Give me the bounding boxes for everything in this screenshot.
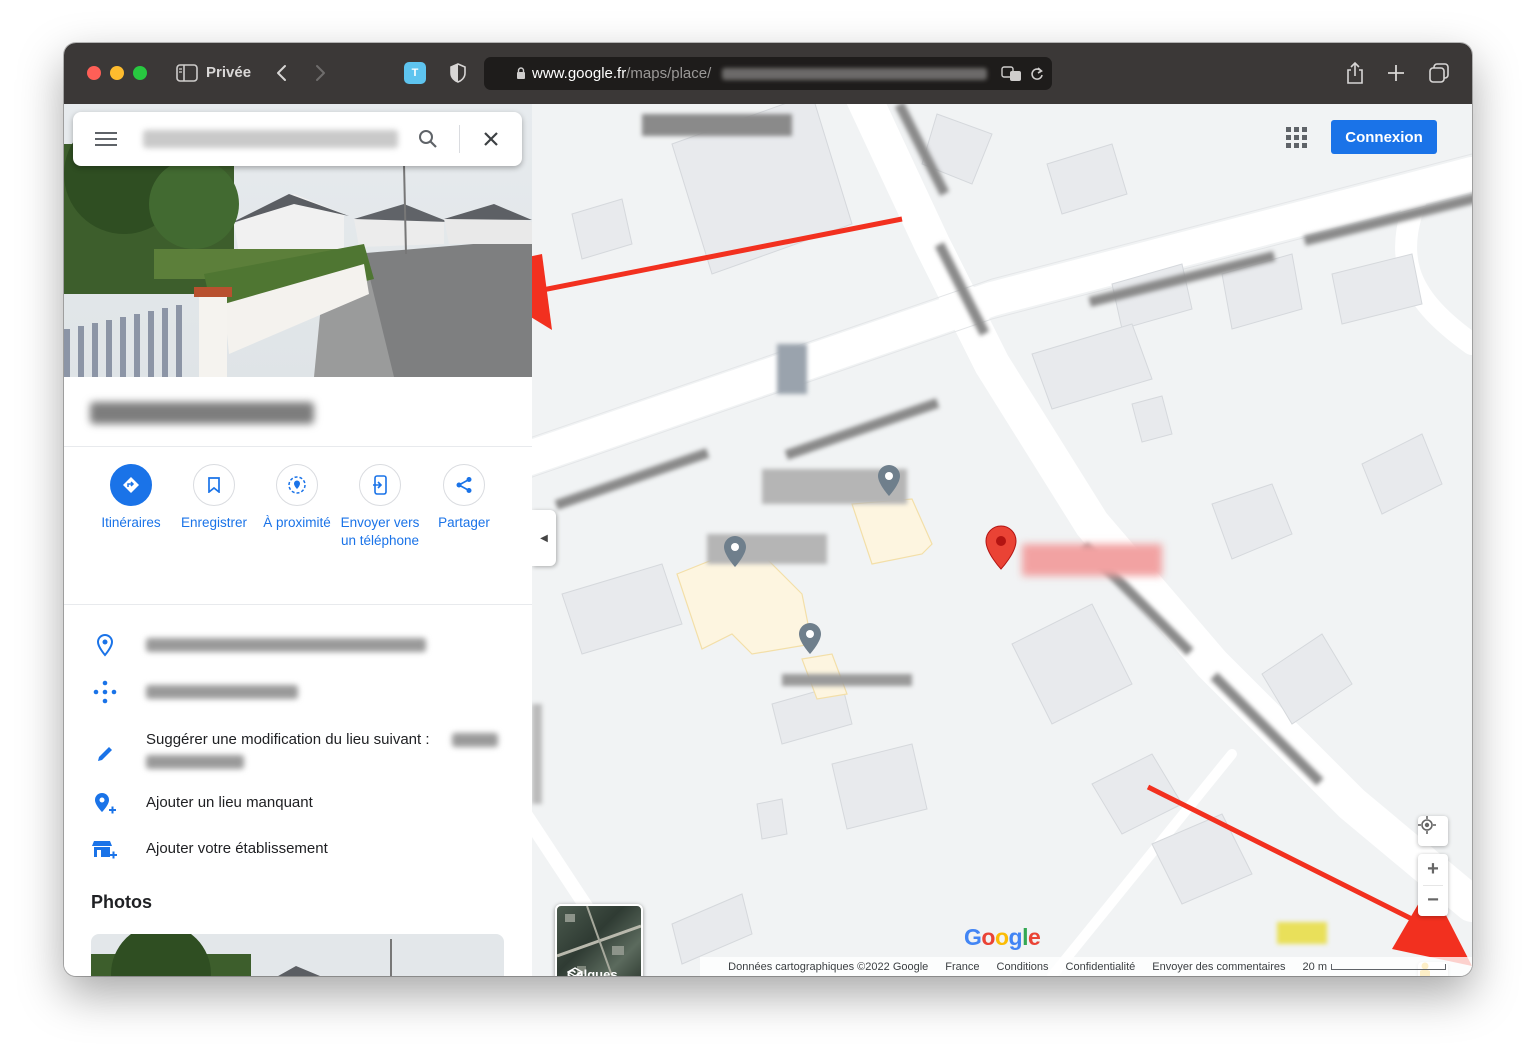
close-window-button[interactable] [87, 66, 101, 80]
search-box[interactable] [73, 112, 522, 166]
directions-button[interactable]: Itinéraires [86, 464, 176, 532]
sidebar-toggle-icon[interactable] [175, 61, 199, 85]
privacy-link[interactable]: Confidentialité [1066, 961, 1136, 973]
divider [64, 446, 532, 447]
search-query-redacted[interactable] [143, 130, 398, 148]
map-graphics [532, 104, 1472, 976]
map-data-credit: Données cartographiques ©2022 Google [728, 960, 929, 973]
share-button[interactable]: Partager [419, 464, 509, 532]
scale-bar [1331, 963, 1446, 970]
translate-extension-icon[interactable]: T [404, 62, 426, 84]
layers-label: Calques [567, 967, 618, 976]
add-missing-place-label: Ajouter un lieu manquant [146, 794, 313, 811]
save-button[interactable]: Enregistrer [169, 464, 259, 532]
add-business-icon [92, 841, 117, 859]
zoom-in-button[interactable]: + [1427, 855, 1439, 885]
photo-thumbnail-image [91, 934, 504, 976]
browser-window: Privée T www.google.fr/maps/place/ ◀ Con… [64, 43, 1472, 976]
zoom-out-button[interactable]: − [1427, 886, 1439, 916]
place-title-redacted [90, 402, 314, 424]
plus-code-icon [93, 680, 117, 704]
address-bar[interactable]: www.google.fr/maps/place/ [484, 57, 1052, 90]
satellite-thumbnail [557, 906, 641, 976]
tab-overview-icon[interactable] [1427, 61, 1451, 85]
reload-icon[interactable] [1030, 66, 1044, 82]
share-icon [456, 477, 472, 493]
suggest-edit-redacted [452, 733, 498, 747]
send-to-phone-button[interactable]: Envoyer vers un téléphone [335, 464, 425, 550]
close-icon[interactable] [483, 131, 499, 147]
photo-thumbnail[interactable] [91, 934, 504, 976]
map-scale[interactable]: 20 m [1303, 961, 1446, 973]
nearby-icon [288, 476, 306, 494]
private-mode-label: Privée [206, 64, 252, 81]
nearby-button[interactable]: À proximité [252, 464, 342, 532]
map-footer: Données cartographiques ©2022 Google Fra… [700, 957, 1472, 976]
layers-icon [567, 967, 583, 976]
zoom-window-button[interactable] [133, 66, 147, 80]
back-icon[interactable] [270, 61, 292, 85]
address-redacted [146, 638, 426, 652]
minimize-window-button[interactable] [110, 66, 124, 80]
url-text: www.google.fr/maps/place/ [532, 65, 712, 82]
place-panel: Itinéraires Enregistrer À proximité Envo… [64, 104, 532, 976]
divider [64, 604, 532, 605]
new-tab-icon[interactable] [1384, 61, 1408, 85]
conditions-link[interactable]: Conditions [997, 961, 1049, 973]
lock-icon [517, 67, 525, 79]
share-icon[interactable] [1343, 59, 1367, 87]
layers-button[interactable]: Calques [555, 904, 643, 976]
map-canvas[interactable]: ◀ Connexion + − Calques Google Données c… [532, 104, 1472, 976]
crosshair-icon [1418, 816, 1436, 834]
url-redacted [722, 68, 987, 80]
add-business-label: Ajouter votre établissement [146, 840, 328, 857]
scale-label: 20 m [1302, 960, 1327, 973]
google-apps-icon[interactable] [1286, 127, 1308, 149]
zoom-controls: + − [1418, 854, 1448, 916]
suggest-edit-redacted-2 [146, 755, 244, 769]
shield-icon[interactable] [446, 61, 470, 85]
photos-heading: Photos [91, 892, 152, 912]
phone-icon [373, 475, 387, 495]
pencil-icon [98, 747, 112, 761]
forward-icon[interactable] [310, 61, 332, 85]
location-pin-icon [96, 633, 114, 657]
plus-code-redacted [146, 685, 298, 699]
street-view-photo[interactable] [64, 104, 532, 377]
collapse-panel-button[interactable]: ◀ [532, 510, 556, 566]
google-logo: Google [964, 924, 1041, 950]
translate-icon[interactable] [1001, 66, 1023, 82]
menu-icon[interactable] [95, 131, 117, 147]
bookmark-icon [208, 477, 220, 493]
sign-in-button[interactable]: Connexion [1331, 120, 1437, 154]
country-link[interactable]: France [945, 961, 979, 973]
my-location-button[interactable] [1418, 816, 1448, 846]
search-icon[interactable] [418, 129, 438, 149]
add-location-icon [95, 793, 116, 814]
directions-icon [123, 477, 139, 493]
suggest-edit-label: Suggérer une modification du lieu suivan… [146, 731, 430, 748]
browser-toolbar: Privée T www.google.fr/maps/place/ [64, 43, 1472, 104]
feedback-link[interactable]: Envoyer des commentaires [1152, 961, 1285, 973]
